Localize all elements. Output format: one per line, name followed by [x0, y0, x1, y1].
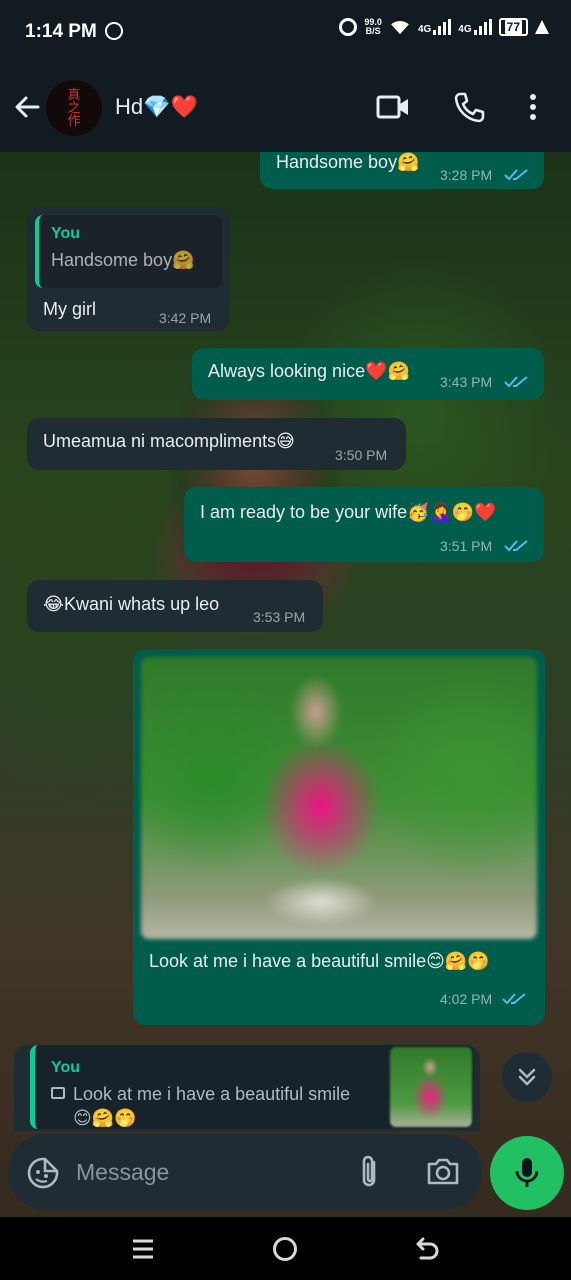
- message-text: Umeamua ni macompliments😅: [43, 431, 295, 451]
- message-bubble-incoming[interactable]: You Handsome boy🤗 My girl 3:42 PM: [27, 207, 230, 331]
- quote-author: You: [51, 225, 81, 242]
- avatar-text: 真 之 作: [67, 87, 81, 129]
- system-back-icon[interactable]: [413, 1235, 441, 1263]
- message-text: My girl: [43, 299, 96, 319]
- message-time: 3:28 PM: [440, 167, 493, 183]
- avatar[interactable]: 真 之 作: [46, 80, 102, 136]
- lab-icon: [535, 20, 549, 34]
- battery-icon: 77: [498, 18, 528, 36]
- message-time: 3:42 PM: [159, 310, 212, 326]
- camera-icon[interactable]: [426, 1156, 460, 1186]
- message-text: Look at me i have a beautiful smile😊🤗🤭: [149, 951, 490, 971]
- recents-icon[interactable]: [131, 1237, 155, 1261]
- signal-2: 4G: [458, 19, 492, 35]
- message-bubble-incoming[interactable]: 😂Kwani whats up leo 3:53 PM: [27, 580, 323, 632]
- wifi-icon: [391, 20, 409, 35]
- system-nav-bar: [0, 1217, 571, 1280]
- message-bubble-outgoing[interactable]: I am ready to be your wife🥳🤦‍♀️🤭❤️ 3:51 …: [184, 487, 544, 562]
- status-bar: 1:14 PM 99.0 B/S 4G 4G 77: [0, 0, 571, 62]
- back-arrow-icon[interactable]: [12, 92, 42, 122]
- message-text: Always looking nice❤️🤗: [208, 361, 410, 381]
- home-icon[interactable]: [273, 1237, 297, 1261]
- voice-call-icon[interactable]: [453, 91, 485, 123]
- double-check-icon: [504, 540, 528, 552]
- battery-level: 77: [504, 20, 522, 34]
- contact-name[interactable]: Hd💎❤️: [115, 94, 198, 120]
- scroll-down-button[interactable]: [502, 1052, 552, 1102]
- message-text: I am ready to be your wife🥳🤦‍♀️🤭❤️: [200, 502, 497, 522]
- message-time: 3:43 PM: [440, 374, 493, 390]
- message-bubble-incoming[interactable]: Umeamua ni macompliments😅 3:50 PM: [27, 418, 406, 470]
- reply-quote[interactable]: You Look at me i have a beautiful smile …: [30, 1045, 474, 1129]
- signal-bars-icon: [473, 19, 492, 35]
- message-bubble-outgoing-image[interactable]: Look at me i have a beautiful smile😊🤗🤭 4…: [133, 649, 545, 1025]
- quoted-message[interactable]: You Handsome boy🤗: [35, 215, 222, 288]
- shared-photo[interactable]: [141, 657, 537, 939]
- mic-button[interactable]: [490, 1136, 564, 1210]
- reply-text: Look at me i have a beautiful smile 😊🤗🤭: [73, 1084, 351, 1128]
- message-text: Handsome boy🤗: [276, 152, 420, 172]
- message-text: 😂Kwani whats up leo: [43, 594, 220, 614]
- message-time: 3:51 PM: [440, 538, 493, 554]
- message-bubble-outgoing[interactable]: Always looking nice❤️🤗 3:43 PM: [192, 348, 544, 400]
- image-icon: [51, 1087, 65, 1099]
- net-speed-unit: B/S: [365, 26, 381, 36]
- message-bubble-outgoing[interactable]: Handsome boy🤗 3:28 PM: [260, 152, 544, 189]
- sticker-icon[interactable]: [26, 1156, 60, 1190]
- net-speed: 99.0 B/S: [364, 18, 382, 36]
- message-time: 4:02 PM: [440, 991, 493, 1007]
- reply-preview: You Look at me i have a beautiful smile …: [14, 1045, 480, 1131]
- network-type-1: 4G: [417, 24, 432, 35]
- reply-thumbnail: [390, 1047, 472, 1127]
- reply-author: You: [51, 1059, 81, 1076]
- chat-header: 真 之 作 Hd💎❤️: [0, 62, 571, 152]
- attach-icon[interactable]: [358, 1154, 380, 1190]
- status-time: 1:14 PM: [25, 21, 97, 42]
- signal-1: 4G: [417, 19, 452, 35]
- signal-bars-icon: [433, 19, 452, 35]
- alarm-icon: [339, 18, 358, 36]
- double-check-icon: [502, 993, 526, 1005]
- message-composer: [8, 1134, 482, 1210]
- double-check-icon: [504, 169, 528, 181]
- message-time: 3:50 PM: [335, 447, 388, 463]
- network-type-2: 4G: [458, 24, 472, 35]
- mic-icon: [515, 1158, 539, 1187]
- whatsapp-notification-icon: [105, 22, 123, 40]
- video-call-icon[interactable]: [376, 94, 410, 120]
- message-time: 3:53 PM: [253, 609, 306, 625]
- double-check-icon: [504, 376, 528, 388]
- status-icons: 99.0 B/S 4G 4G 77: [339, 18, 549, 36]
- scroll-down-icon: [518, 1068, 536, 1086]
- more-options-icon[interactable]: [528, 93, 538, 121]
- quote-text: Handsome boy🤗: [51, 250, 195, 270]
- message-input[interactable]: [76, 1148, 336, 1196]
